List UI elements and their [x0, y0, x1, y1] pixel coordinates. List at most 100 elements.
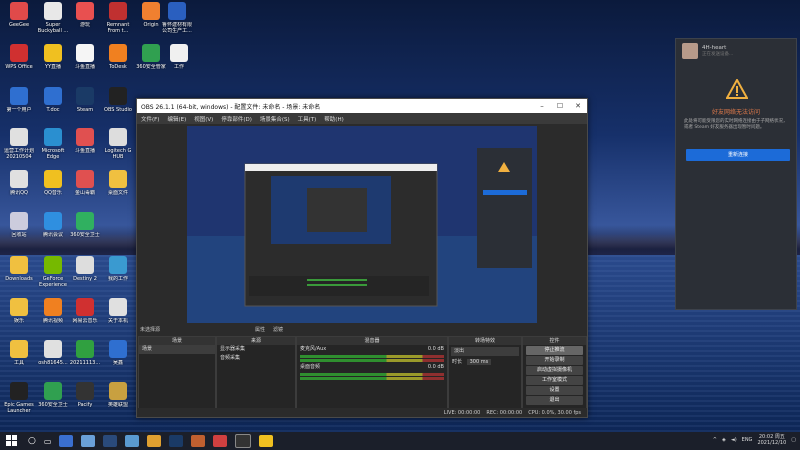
app-icon: [76, 87, 94, 105]
desktop-icon[interactable]: 我的工作: [101, 256, 135, 282]
menu-help[interactable]: 帮助(H): [324, 115, 343, 123]
avatar[interactable]: [682, 43, 698, 59]
desktop-icon[interactable]: 桌面文件: [101, 170, 135, 196]
cpu-status: CPU: 0.0%, 30.00 fps: [528, 409, 581, 416]
app-icon: [10, 298, 28, 316]
desktop-volume-slider[interactable]: [300, 377, 444, 380]
desktop-icon[interactable]: QQ音乐: [36, 170, 70, 196]
exit-button[interactable]: 退出: [526, 396, 583, 405]
taskbar-app-icon[interactable]: [213, 435, 228, 447]
taskbar-app-icon[interactable]: [191, 435, 206, 447]
reconnect-button[interactable]: 重新连接: [686, 149, 790, 161]
menu-scene-collection[interactable]: 场景集合(S): [260, 115, 290, 123]
desktop-icon[interactable]: 20211113...: [68, 340, 102, 366]
desktop-icon[interactable]: 腾讯QQ: [2, 170, 36, 196]
app-icon: [44, 44, 62, 62]
desktop-icon[interactable]: 鲁怀建材有限公司生产工...: [160, 2, 194, 34]
desktop-icon[interactable]: OBS Studio: [101, 87, 135, 113]
taskbar-app-icon[interactable]: [103, 435, 118, 447]
language-indicator[interactable]: ENG: [742, 437, 753, 443]
desktop-icon[interactable]: 英雄联盟: [101, 382, 135, 408]
desktop-icon[interactable]: 吴鑫: [101, 340, 135, 366]
menu-docks[interactable]: 停靠部件(D): [221, 115, 252, 123]
desktop-icon[interactable]: GeForce Experience: [36, 256, 70, 288]
obs-preview[interactable]: [187, 126, 537, 323]
notification-icon[interactable]: ▢: [791, 437, 796, 443]
app-icon: [76, 212, 94, 230]
stop-streaming-button[interactable]: 停止推流: [526, 346, 583, 355]
desktop-icon[interactable]: 娱乐: [2, 298, 36, 324]
app-icon: [10, 87, 28, 105]
desktop-icon[interactable]: 游玩: [68, 2, 102, 28]
app-icon: [109, 128, 127, 146]
start-virtual-camera-button[interactable]: 启动虚拟摄像机: [526, 366, 583, 375]
filters-button[interactable]: 滤镜: [273, 326, 283, 333]
obs-titlebar[interactable]: OBS 26.1.1 (64-bit, windows) - 配置文件: 未命名…: [137, 99, 587, 113]
desktop-icon[interactable]: 腾讯会议: [36, 212, 70, 238]
maximize-icon[interactable]: ☐: [551, 102, 569, 110]
taskbar-app-icon[interactable]: [81, 435, 96, 447]
properties-button[interactable]: 属性: [255, 326, 265, 333]
desktop-icon[interactable]: 360安全卫士: [36, 382, 70, 408]
app-icon: [76, 340, 94, 358]
desktop-icon[interactable]: Destiny 2: [68, 256, 102, 282]
taskbar-obs-icon[interactable]: [235, 434, 252, 448]
chevron-up-icon[interactable]: ^: [713, 437, 717, 443]
desktop-icon[interactable]: Microsoft Edge: [36, 128, 70, 160]
desktop-icon[interactable]: Pacify: [68, 382, 102, 408]
app-icon: [142, 44, 160, 62]
network-icon[interactable]: ◈: [722, 437, 726, 443]
desktop-icon[interactable]: 工具: [2, 340, 36, 366]
taskbar-app-icon[interactable]: [125, 435, 140, 447]
transition-select[interactable]: 淡出: [451, 347, 519, 356]
desktop-icon[interactable]: 腾讯视频: [36, 298, 70, 324]
desktop-icon[interactable]: 工作: [162, 44, 196, 70]
desktop-icon-label: Downloads: [5, 276, 33, 282]
desktop-icon[interactable]: WPS Office: [2, 44, 36, 70]
close-icon[interactable]: ✕: [569, 102, 587, 110]
desktop-icon[interactable]: 运营工作计划20210504: [2, 128, 36, 160]
minimize-icon[interactable]: –: [533, 102, 551, 110]
desktop-icon[interactable]: Remnant From t...: [101, 2, 135, 34]
desktop-icon[interactable]: Logitech G HUB: [101, 128, 135, 160]
desktop-icon[interactable]: 网易云音乐: [68, 298, 102, 324]
desktop-icon[interactable]: Epic Games Launcher: [2, 382, 36, 414]
mic-volume-slider[interactable]: [300, 359, 444, 362]
desktop-icon[interactable]: 关于本机: [101, 298, 135, 324]
desktop-icon[interactable]: ToDesk: [101, 44, 135, 70]
menu-file[interactable]: 文件(F): [141, 115, 159, 123]
desktop-icon[interactable]: 金山毒霸: [68, 170, 102, 196]
desktop-icon[interactable]: Super Buckyball ...: [36, 2, 70, 34]
menu-edit[interactable]: 编辑(E): [167, 115, 186, 123]
desktop-icon[interactable]: 斗鱼直播: [68, 128, 102, 154]
studio-mode-button[interactable]: 工作室模式: [526, 376, 583, 385]
windows-start-icon[interactable]: [6, 435, 18, 447]
source-item-audio[interactable]: 音频采集: [217, 354, 295, 363]
scene-item[interactable]: 场景: [139, 345, 215, 354]
settings-button[interactable]: 设置: [526, 386, 583, 395]
taskbar-chrome-icon[interactable]: [147, 435, 162, 447]
source-item-display[interactable]: 显示器采集: [217, 345, 295, 354]
search-icon[interactable]: ○: [28, 436, 36, 446]
desktop-icon[interactable]: 回收站: [2, 212, 36, 238]
clock[interactable]: 20:02 周五 2021/12/10: [757, 434, 786, 446]
taskbar-steam-icon[interactable]: [169, 435, 184, 447]
start-recording-button[interactable]: 开始录制: [526, 356, 583, 365]
desktop-icon[interactable]: osh81645...: [36, 340, 70, 366]
task-view-icon[interactable]: ▭: [44, 437, 52, 446]
desktop-icon[interactable]: 斗鱼直播: [68, 44, 102, 70]
desktop-icon[interactable]: YY直播: [36, 44, 70, 70]
desktop-icon[interactable]: Downloads: [2, 256, 36, 282]
desktop-icon[interactable]: Steam: [68, 87, 102, 113]
obs-window[interactable]: OBS 26.1.1 (64-bit, windows) - 配置文件: 未命名…: [136, 98, 588, 418]
desktop-icon[interactable]: GeeGee: [2, 2, 36, 28]
desktop-icon[interactable]: T.doc: [36, 87, 70, 113]
volume-icon[interactable]: ◄): [731, 437, 737, 443]
duration-input[interactable]: 300 ms: [466, 359, 492, 365]
taskbar-edge-icon[interactable]: [59, 435, 74, 447]
desktop-icon[interactable]: 360安全卫士: [68, 212, 102, 238]
menu-tools[interactable]: 工具(T): [298, 115, 317, 123]
desktop-icon[interactable]: 第一个用户: [2, 87, 36, 113]
taskbar-app-icon[interactable]: [259, 435, 274, 447]
menu-view[interactable]: 视图(V): [194, 115, 213, 123]
